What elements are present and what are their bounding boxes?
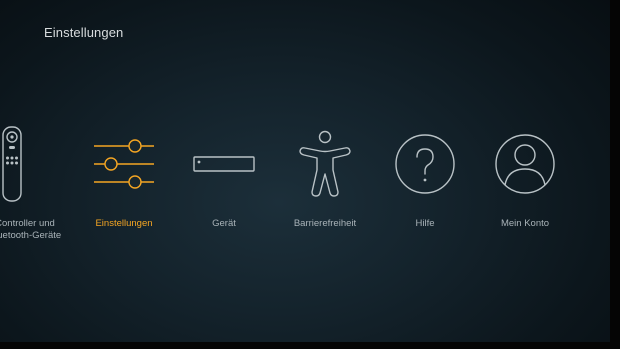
page-title: Einstellungen <box>44 25 124 40</box>
menu-item-label: Mein Konto <box>500 218 550 229</box>
menu-item-label: Barrierefreiheit <box>293 218 357 229</box>
letterbox-right <box>610 0 620 349</box>
menu-item-label: Gerät <box>212 218 236 229</box>
accessibility-person-icon <box>270 122 380 202</box>
menu-item-label: Controller und Bluetooth-Geräte <box>0 218 62 241</box>
menu-item-einstellungen[interactable]: Einstellungen <box>69 122 179 252</box>
fire-tv-box-icon <box>169 122 279 202</box>
fire-tv-settings-screen: Einstellungen Controller und Bluetooth-G… <box>0 0 620 349</box>
remote-control-icon <box>0 122 80 202</box>
menu-item-label: Hilfe <box>415 218 435 229</box>
menu-item-controller[interactable]: Controller und Bluetooth-Geräte <box>0 122 80 252</box>
menu-item-hilfe[interactable]: Hilfe <box>370 122 480 252</box>
menu-item-barrierefreiheit[interactable]: Barrierefreiheit <box>270 122 380 252</box>
account-user-icon <box>470 122 580 202</box>
menu-item-geraet[interactable]: Gerät <box>169 122 279 252</box>
help-question-icon <box>370 122 480 202</box>
letterbox-bottom <box>0 342 620 349</box>
menu-item-label: Einstellungen <box>95 218 153 229</box>
menu-item-mein-konto[interactable]: Mein Konto <box>470 122 580 252</box>
sliders-icon <box>69 122 179 202</box>
